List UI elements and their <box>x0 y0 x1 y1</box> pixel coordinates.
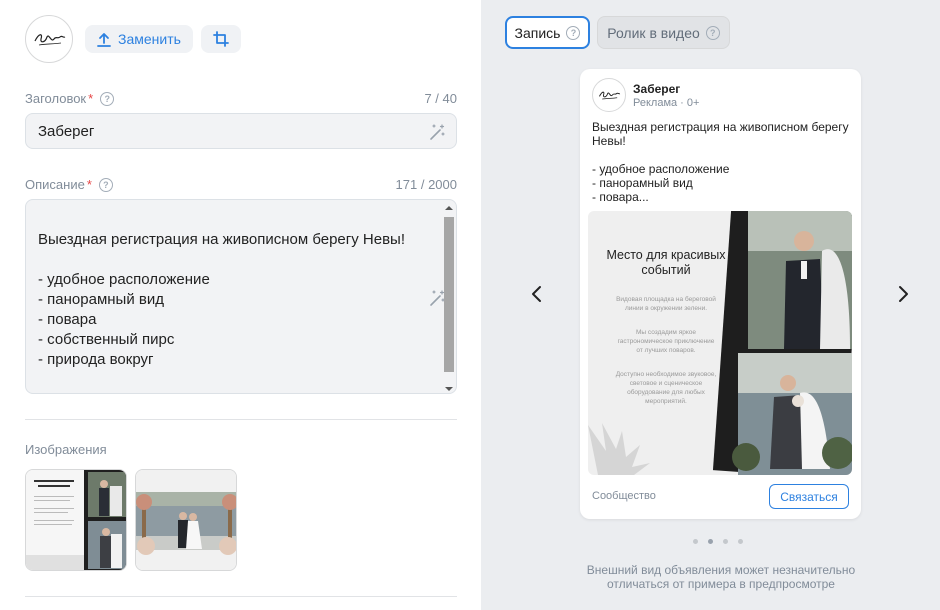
carousel-indicator <box>693 539 743 544</box>
images-label: Изображения <box>25 442 107 457</box>
preview-panel: Запись ? Ролик в видео ? Заберег Реклама… <box>481 0 940 610</box>
crop-button[interactable] <box>201 25 241 53</box>
help-icon[interactable]: ? <box>98 177 113 192</box>
image-thumbnail-photo[interactable] <box>135 469 237 571</box>
svg-text:от лучших поваров.: от лучших поваров. <box>636 347 695 354</box>
svg-text:Доступно необходимое звуковое,: Доступно необходимое звуковое, <box>616 370 717 378</box>
scroll-up-arrow[interactable] <box>445 206 453 210</box>
headline-label: Заголовок * ? <box>25 91 115 106</box>
svg-text:мероприятий.: мероприятий. <box>645 397 687 405</box>
carousel-dot[interactable] <box>693 539 698 544</box>
tab-video[interactable]: Ролик в видео ? <box>597 16 730 49</box>
tab-video-label: Ролик в видео <box>607 24 700 41</box>
card-avatar <box>592 78 626 112</box>
ad-editor-panel: Заменить Заголовок * ? 7 / 40 Заберег Опи… <box>0 0 481 610</box>
ad-preview-card: Заберег Реклама · 0+ Выездная регистраци… <box>580 69 861 519</box>
card-meta: Реклама · 0+ <box>633 97 700 109</box>
description-label: Описание * ? <box>25 177 113 192</box>
contact-button[interactable]: Связаться <box>769 484 849 509</box>
card-author-name: Заберег <box>633 82 681 96</box>
svg-text:Видовая площадка на береговой: Видовая площадка на береговой <box>616 295 716 303</box>
headline-counter: 7 / 40 <box>424 91 457 106</box>
help-icon[interactable]: ? <box>566 25 581 40</box>
divider <box>25 419 457 420</box>
divider <box>25 596 457 597</box>
description-scrollbar[interactable] <box>443 203 454 392</box>
magic-wand-icon[interactable] <box>428 123 446 141</box>
replace-logo-button[interactable]: Заменить <box>85 25 193 53</box>
required-mark: * <box>88 91 94 106</box>
preview-footnote: Внешний вид объявления может незначитель… <box>586 563 856 591</box>
carousel-dot[interactable] <box>738 539 743 544</box>
description-value: Выездная регистрация на живописном берег… <box>38 231 406 393</box>
required-mark: * <box>86 177 92 192</box>
scroll-thumb[interactable] <box>444 217 454 372</box>
card-text: Выездная регистрация на живописном берег… <box>592 120 849 204</box>
help-icon[interactable]: ? <box>705 25 720 40</box>
crop-icon <box>213 31 229 47</box>
svg-text:гастрономическое приключение: гастрономическое приключение <box>618 338 715 345</box>
next-arrow-icon[interactable] <box>895 285 911 303</box>
svg-text:световое и сценическое: световое и сценическое <box>630 380 703 387</box>
community-label: Сообщество <box>592 490 656 502</box>
description-textarea[interactable]: Выездная регистрация на живописном берег… <box>25 199 457 394</box>
tab-post[interactable]: Запись ? <box>505 16 590 49</box>
carousel-dot[interactable] <box>723 539 728 544</box>
headline-value: Заберег <box>38 123 95 140</box>
headline-input[interactable]: Заберег <box>25 113 457 149</box>
description-counter: 171 / 2000 <box>395 177 457 192</box>
svg-text:линии в окружении зелени.: линии в окружении зелени. <box>625 305 707 312</box>
prev-arrow-icon[interactable] <box>529 285 545 303</box>
svg-text:Мы создадим яркое: Мы создадим яркое <box>636 329 696 336</box>
replace-button-label: Заменить <box>118 31 181 47</box>
brand-logo <box>25 15 73 63</box>
image-title-line: Место для красивых <box>606 248 726 262</box>
help-icon[interactable]: ? <box>100 91 115 106</box>
image-title-line: событий <box>641 263 690 277</box>
upload-icon <box>97 32 111 47</box>
tab-post-label: Запись <box>514 24 561 41</box>
carousel-dot-active[interactable] <box>708 539 713 544</box>
card-image[interactable]: Место для красивых событий Видовая площа… <box>588 211 852 475</box>
image-thumbnail-poster[interactable] <box>25 469 127 571</box>
scroll-down-arrow[interactable] <box>445 387 453 391</box>
svg-text:оборудование для любых: оборудование для любых <box>627 388 706 396</box>
